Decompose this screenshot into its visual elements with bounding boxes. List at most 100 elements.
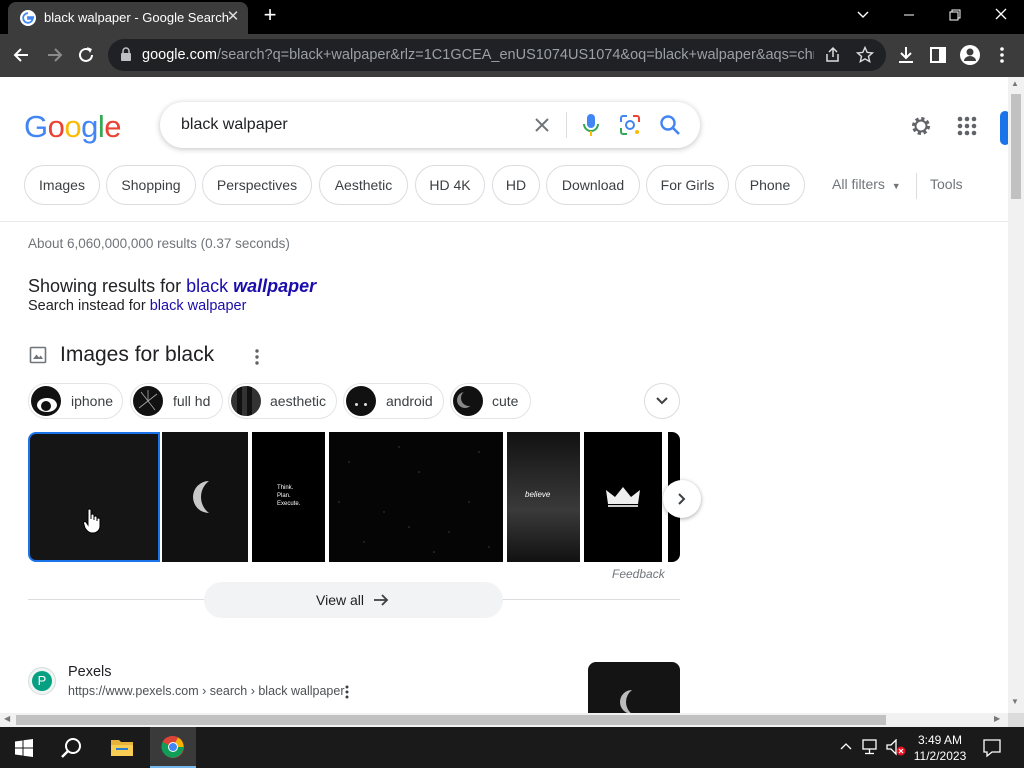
- instead-prefix: Search instead for: [28, 298, 150, 314]
- image-result-2[interactable]: [162, 432, 248, 562]
- suggestion-full-hd[interactable]: full hd: [130, 383, 223, 419]
- bookmark-star-icon[interactable]: [856, 46, 874, 64]
- system-clock[interactable]: 3:49 AM 11/2/2023: [912, 732, 968, 764]
- forward-icon[interactable]: [40, 41, 68, 69]
- scroll-right-icon[interactable]: ▶: [994, 714, 1000, 723]
- taskbar-search-icon[interactable]: [60, 736, 84, 760]
- google-apps-icon[interactable]: [956, 115, 978, 137]
- vertical-scroll-thumb[interactable]: [1011, 94, 1021, 199]
- lock-icon[interactable]: [120, 47, 132, 61]
- expand-suggestions-button[interactable]: [644, 383, 680, 419]
- image-result-4[interactable]: [329, 432, 503, 562]
- logo-letter: o: [47, 109, 65, 144]
- view-all-button[interactable]: View all: [204, 582, 503, 618]
- chip-for-girls[interactable]: For Girls: [646, 165, 729, 205]
- lens-search-icon[interactable]: [619, 114, 641, 136]
- corrected-query-bold: wallpaper: [233, 276, 317, 296]
- downloads-icon[interactable]: [892, 41, 920, 69]
- filters-divider: [916, 173, 917, 199]
- chip-shopping[interactable]: Shopping: [106, 165, 196, 205]
- suggestion-thumbnail: [31, 386, 61, 416]
- chip-hd-4k[interactable]: HD 4K: [415, 165, 485, 205]
- result-site-name[interactable]: Pexels: [68, 664, 112, 680]
- google-logo[interactable]: Google: [24, 109, 122, 145]
- notifications-icon[interactable]: [982, 738, 1002, 758]
- view-all-label: View all: [316, 592, 364, 608]
- tab-search-icon[interactable]: [840, 0, 886, 32]
- minimize-icon[interactable]: [886, 0, 932, 32]
- scroll-up-icon[interactable]: ▲: [1011, 79, 1019, 88]
- search-instead: Search instead for black walpaper: [28, 298, 246, 314]
- address-bar[interactable]: google.com/search?q=black+walpaper&rlz=1…: [108, 39, 886, 71]
- image-result-3[interactable]: Think. Plan. Execute.: [252, 432, 325, 562]
- profile-avatar-icon[interactable]: [956, 41, 984, 69]
- corrected-query-link[interactable]: black wallpaper: [186, 276, 316, 296]
- horizontal-scroll-thumb[interactable]: [16, 715, 886, 725]
- share-icon[interactable]: [824, 46, 842, 64]
- showing-prefix: Showing results for: [28, 276, 187, 296]
- active-tab[interactable]: black walpaper - Google Search ✕: [8, 2, 248, 34]
- image-result-1[interactable]: [28, 432, 160, 562]
- tools-button[interactable]: Tools: [930, 176, 963, 192]
- chip-phone[interactable]: Phone: [735, 165, 805, 205]
- side-panel-icon[interactable]: [924, 41, 952, 69]
- chip-images[interactable]: Images: [24, 165, 100, 205]
- chip-download[interactable]: Download: [546, 165, 640, 205]
- all-filters-button[interactable]: All filters ▼: [832, 176, 901, 192]
- image-result-6[interactable]: [584, 432, 662, 562]
- result-breadcrumb[interactable]: https://www.pexels.com › search › black …: [68, 684, 345, 698]
- taskbar-chrome-button[interactable]: [150, 727, 196, 768]
- result-more-icon[interactable]: [341, 684, 353, 700]
- restore-icon[interactable]: [932, 0, 978, 32]
- google-favicon-icon: [20, 10, 36, 26]
- caret-down-icon: ▼: [891, 181, 901, 191]
- sign-in-button-edge[interactable]: [1000, 111, 1008, 145]
- chip-hd[interactable]: HD: [492, 165, 540, 205]
- suggestion-android[interactable]: android: [343, 383, 444, 419]
- suggestion-label: full hd: [173, 393, 211, 409]
- search-input[interactable]: black walpaper: [181, 116, 288, 134]
- next-images-button[interactable]: [663, 480, 701, 518]
- original-query-link[interactable]: black walpaper: [150, 298, 247, 314]
- volume-muted-icon[interactable]: [886, 739, 906, 757]
- suggestion-iphone[interactable]: iphone: [28, 383, 123, 419]
- suggestion-aesthetic[interactable]: aesthetic: [228, 383, 337, 419]
- show-hidden-icons-icon[interactable]: [840, 742, 852, 752]
- crescent-moon-icon: [620, 690, 632, 713]
- suggestion-thumbnail: [133, 386, 163, 416]
- scroll-left-icon[interactable]: ◀: [4, 714, 10, 723]
- suggestion-label: cute: [492, 393, 519, 409]
- chip-aesthetic[interactable]: Aesthetic: [319, 165, 408, 205]
- image-result-5[interactable]: believe: [507, 432, 580, 562]
- hand-cursor-icon: [83, 508, 101, 534]
- scrollbar-corner: [1008, 713, 1024, 727]
- file-explorer-icon[interactable]: [110, 737, 134, 757]
- vertical-scrollbar[interactable]: ▲ ▼: [1008, 77, 1024, 713]
- more-options-icon[interactable]: [249, 348, 265, 366]
- close-window-icon[interactable]: [978, 0, 1024, 32]
- search-box[interactable]: black walpaper: [160, 102, 700, 148]
- back-icon[interactable]: [8, 41, 36, 69]
- suggestion-thumbnail: [346, 386, 376, 416]
- result-stats: About 6,060,000,000 results (0.37 second…: [28, 236, 290, 251]
- result-thumbnail[interactable]: [588, 662, 680, 713]
- reload-icon[interactable]: [72, 41, 100, 69]
- clear-search-icon[interactable]: [532, 115, 552, 135]
- search-icon[interactable]: [658, 113, 682, 137]
- suggestion-cute[interactable]: cute: [450, 383, 531, 419]
- close-tab-icon[interactable]: ✕: [224, 8, 242, 26]
- chevron-right-icon: [678, 493, 686, 505]
- windows-start-icon[interactable]: [15, 739, 33, 757]
- suggestion-label: aesthetic: [270, 393, 327, 409]
- new-tab-icon[interactable]: +: [258, 4, 282, 28]
- feedback-link[interactable]: Feedback: [612, 567, 665, 581]
- pexels-logo-letter: P: [32, 671, 52, 691]
- settings-gear-icon[interactable]: [909, 114, 933, 138]
- chrome-menu-icon[interactable]: [988, 41, 1016, 69]
- horizontal-scrollbar[interactable]: ◀ ▶: [0, 713, 1008, 727]
- network-icon[interactable]: [862, 739, 880, 755]
- chip-perspectives[interactable]: Perspectives: [202, 165, 312, 205]
- voice-search-icon[interactable]: [581, 113, 601, 137]
- windows-taskbar: 3:49 AM 11/2/2023: [0, 727, 1024, 768]
- scroll-down-icon[interactable]: ▼: [1011, 697, 1019, 706]
